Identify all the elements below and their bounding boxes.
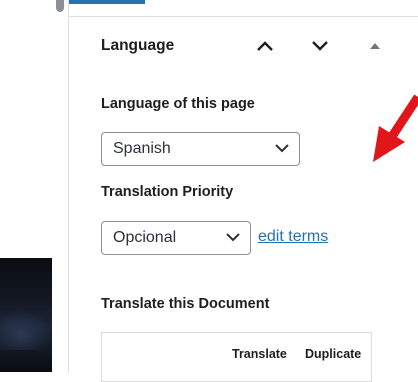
language-select-value: Spanish (113, 140, 171, 157)
active-tab-indicator (69, 0, 145, 4)
chevron-up-icon (257, 41, 273, 51)
chevron-down-icon (275, 144, 289, 153)
priority-select-value: Opcional (113, 229, 177, 246)
move-down-button[interactable] (307, 33, 333, 59)
priority-label: Translation Priority (101, 184, 234, 200)
settings-sidebar: Language Language of this page Spanish T… (68, 0, 418, 382)
red-arrow-icon (373, 94, 418, 162)
move-up-button[interactable] (252, 33, 278, 59)
edit-terms-link[interactable]: edit terms (258, 228, 328, 246)
translate-document-label: Translate this Document (101, 296, 270, 312)
background-photo (0, 258, 52, 372)
scrollbar-thumb[interactable] (56, 0, 64, 12)
toggle-panel-button[interactable] (362, 33, 388, 59)
chevron-down-icon (312, 41, 328, 51)
language-select[interactable]: Spanish (101, 132, 300, 166)
tab-divider (69, 16, 418, 17)
section-title: Language (101, 37, 175, 54)
table-header-translate: Translate (232, 347, 287, 361)
photo-detail (0, 310, 52, 350)
chevron-down-icon (226, 233, 240, 242)
table-header-duplicate: Duplicate (305, 347, 362, 361)
triangle-up-icon (370, 43, 380, 49)
language-label: Language of this page (101, 96, 255, 112)
priority-select[interactable]: Opcional (101, 221, 251, 255)
